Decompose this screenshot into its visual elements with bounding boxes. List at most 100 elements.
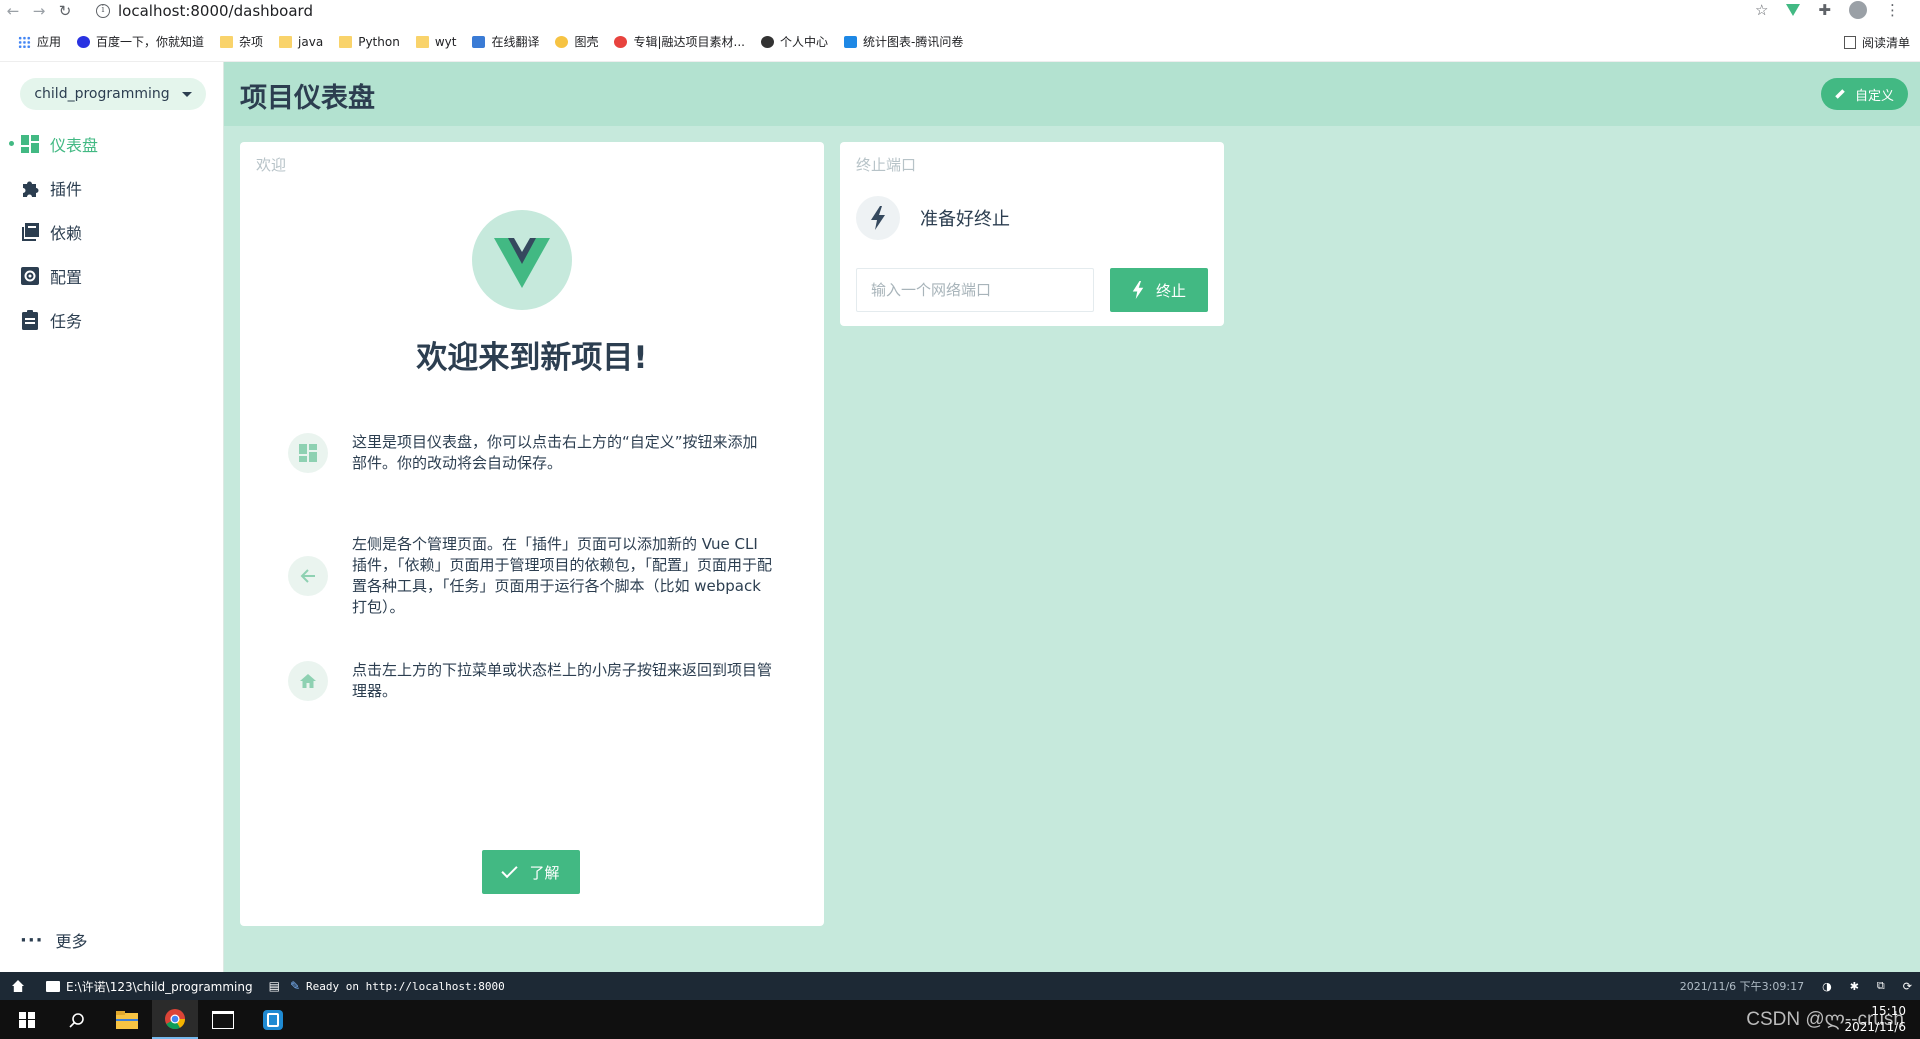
lightning-icon <box>1132 281 1144 299</box>
feather-icon <box>760 35 774 48</box>
bug-icon[interactable]: ✱ <box>1850 980 1859 993</box>
clipboard-icon <box>20 310 40 330</box>
vue-ui-app: child_programming 仪表盘 插件 依赖 配置 任务 ··· 更多… <box>0 62 1920 972</box>
page-header: 项目仪表盘 自定义 <box>224 62 1920 126</box>
folder-icon <box>46 980 60 992</box>
refresh-icon[interactable]: ⟳ <box>1903 980 1912 993</box>
vue-logo-icon <box>472 210 572 310</box>
vscode-icon <box>263 1009 283 1030</box>
lightning-icon <box>856 196 900 240</box>
taskbar-date: 2021/11/6 <box>1844 1020 1906 1034</box>
folder-icon <box>279 35 293 48</box>
status-datetime: 2021/11/6 下午3:09:17 <box>1679 980 1805 993</box>
tip-home: 点击左上方的下拉菜单或状态栏上的小房子按钮来返回到项目管理器。 <box>288 660 788 702</box>
reload-icon[interactable]: ↻ <box>52 2 78 20</box>
back-arrow-icon[interactable]: ← <box>0 2 26 20</box>
bookmark-tuke[interactable]: 图壳 <box>555 33 598 50</box>
tip-text: 这里是项目仪表盘，你可以点击右上方的“自定义”按钮来添加部件。你的改动将会自动保… <box>352 433 758 472</box>
bookmark-album[interactable]: 专辑|融达项目素材... <box>614 33 745 50</box>
sidebar-item-dashboard[interactable]: 仪表盘 <box>0 122 224 166</box>
sidebar-item-label: 插件 <box>50 180 83 199</box>
sidebar: child_programming 仪表盘 插件 依赖 配置 任务 ··· 更多 <box>0 62 224 972</box>
search-button[interactable] <box>54 1000 100 1039</box>
sidebar-item-tasks[interactable]: 任务 <box>0 298 224 342</box>
project-manager-home-button[interactable] <box>12 980 24 992</box>
windows-taskbar: CSDN @ლ--crush 15:10 2021/11/6 <box>0 1000 1920 1039</box>
more-dots-icon: ··· <box>20 929 44 951</box>
browser-toolbar: ← → ↻ i localhost:8000/dashboard ☆ ✚ ⋮ <box>0 0 1920 22</box>
album-icon <box>614 35 628 48</box>
project-path[interactable]: E:\许诺\123\child_programming <box>46 978 253 995</box>
port-input[interactable] <box>856 268 1094 312</box>
bookmark-folder[interactable]: 杂项 <box>220 33 263 50</box>
url-text: localhost:8000/dashboard <box>118 2 313 20</box>
tip-text: 点击左上方的下拉菜单或状态栏上的小房子按钮来返回到项目管理器。 <box>352 661 773 700</box>
survey-check-icon <box>843 35 857 48</box>
sidebar-item-label: 配置 <box>50 268 83 287</box>
translate-icon <box>472 35 486 48</box>
taskbar-clock[interactable]: 15:10 2021/11/6 <box>1844 1003 1906 1035</box>
terminal-icon: ▤ <box>268 979 280 993</box>
bookmark-apps[interactable]: 应用 <box>18 33 61 50</box>
project-selector[interactable]: child_programming <box>20 78 206 110</box>
tip-text: 左侧是各个管理页面。在「插件」页面可以添加新的 Vue CLI 插件，「依赖」页… <box>352 535 773 616</box>
forward-arrow-icon[interactable]: → <box>26 2 52 20</box>
sidebar-item-label: 依赖 <box>50 224 83 243</box>
welcome-heading: 欢迎来到新项目! <box>416 340 648 376</box>
sidebar-nav: 仪表盘 插件 依赖 配置 任务 <box>0 122 224 342</box>
bookmark-translate[interactable]: 在线翻译 <box>472 33 539 50</box>
search-icon <box>69 1012 84 1028</box>
console-log[interactable]: ▤ ✎ Ready on http://localhost:8000 <box>269 979 505 993</box>
sidebar-item-dependencies[interactable]: 依赖 <box>0 210 224 254</box>
translate-icon[interactable]: ⧉ <box>1877 979 1885 993</box>
reading-list-icon <box>1843 36 1856 49</box>
welcome-widget-title: 欢迎 <box>256 156 287 174</box>
terminal-icon <box>212 1010 234 1029</box>
vue-devtools-icon[interactable] <box>1786 4 1801 16</box>
sidebar-item-plugins[interactable]: 插件 <box>0 166 224 210</box>
taskbar-vscode[interactable] <box>250 1000 296 1039</box>
got-it-label: 了解 <box>529 863 560 882</box>
sidebar-more[interactable]: ··· 更多 <box>20 928 88 952</box>
address-bar[interactable]: i localhost:8000/dashboard <box>86 1 1726 21</box>
start-button[interactable] <box>4 1000 50 1039</box>
menu-icon[interactable]: ⋮ <box>1885 1 1900 19</box>
kill-port-widget: 终止端口 准备好终止 终止 <box>840 142 1224 326</box>
dark-mode-icon[interactable]: ◑ <box>1822 980 1832 993</box>
dashboard-icon <box>288 433 328 473</box>
welcome-widget: 欢迎 欢迎来到新项目! 这里是项目仪表盘，你可以点击右上方的“自定义”按钮来添加… <box>240 142 824 926</box>
sidebar-item-label: 任务 <box>50 312 83 331</box>
kill-button-label: 终止 <box>1155 281 1186 300</box>
arrow-left-icon <box>288 556 328 596</box>
profile-icon[interactable] <box>1849 1 1867 19</box>
bookmark-folder[interactable]: Python <box>339 35 400 49</box>
customize-button[interactable]: 自定义 <box>1820 78 1908 110</box>
folder-icon <box>415 35 429 48</box>
folder-icon <box>220 35 234 48</box>
bookmark-survey[interactable]: 统计图表-腾讯问卷 <box>843 33 963 50</box>
extensions-icon[interactable]: ✚ <box>1818 1 1831 19</box>
dashboard-icon <box>20 134 40 154</box>
tip-dashboard: 这里是项目仪表盘，你可以点击右上方的“自定义”按钮来添加部件。你的改动将会自动保… <box>288 432 788 474</box>
bookmark-folder[interactable]: java <box>279 35 323 49</box>
sidebar-item-label: 仪表盘 <box>50 136 99 155</box>
main-content: 项目仪表盘 自定义 欢迎 欢迎来到新项目! 这里是项目仪表盘，你可以点击右上方的… <box>224 62 1920 972</box>
folder-icon <box>339 35 353 48</box>
taskbar-terminal[interactable] <box>200 1000 246 1039</box>
check-icon <box>501 861 519 879</box>
star-icon[interactable]: ☆ <box>1755 1 1768 19</box>
got-it-button[interactable]: 了解 <box>482 850 580 894</box>
bookmark-baidu[interactable]: 百度一下，你就知道 <box>77 33 204 50</box>
baidu-icon <box>77 35 91 48</box>
taskbar-chrome[interactable] <box>152 1000 198 1039</box>
sidebar-item-configuration[interactable]: 配置 <box>0 254 224 298</box>
kill-port-status: 准备好终止 <box>856 196 1010 240</box>
reading-list[interactable]: 阅读清单 <box>1843 34 1910 51</box>
kill-button[interactable]: 终止 <box>1110 268 1208 312</box>
bookmark-personal[interactable]: 个人中心 <box>760 33 828 50</box>
info-icon[interactable]: i <box>96 4 110 18</box>
taskbar-file-explorer[interactable] <box>104 1000 150 1039</box>
status-bar-right: 2021/11/6 下午3:09:17 ◑ ✱ ⧉ ⟳ <box>1680 978 1912 994</box>
bookmark-folder[interactable]: wyt <box>415 35 456 49</box>
kill-status-text: 准备好终止 <box>920 209 1010 230</box>
